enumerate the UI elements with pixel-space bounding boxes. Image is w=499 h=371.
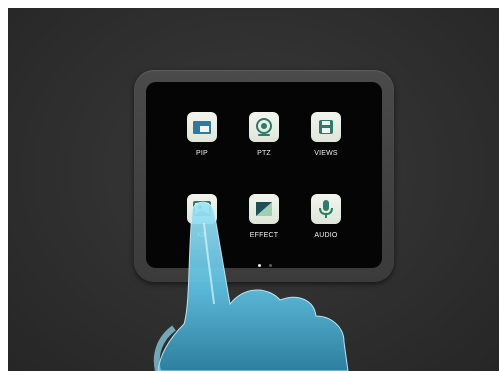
hand-icon — [153, 201, 349, 371]
background: PIP PTZ VIEWS EFFECT AUDIO — [8, 8, 499, 371]
